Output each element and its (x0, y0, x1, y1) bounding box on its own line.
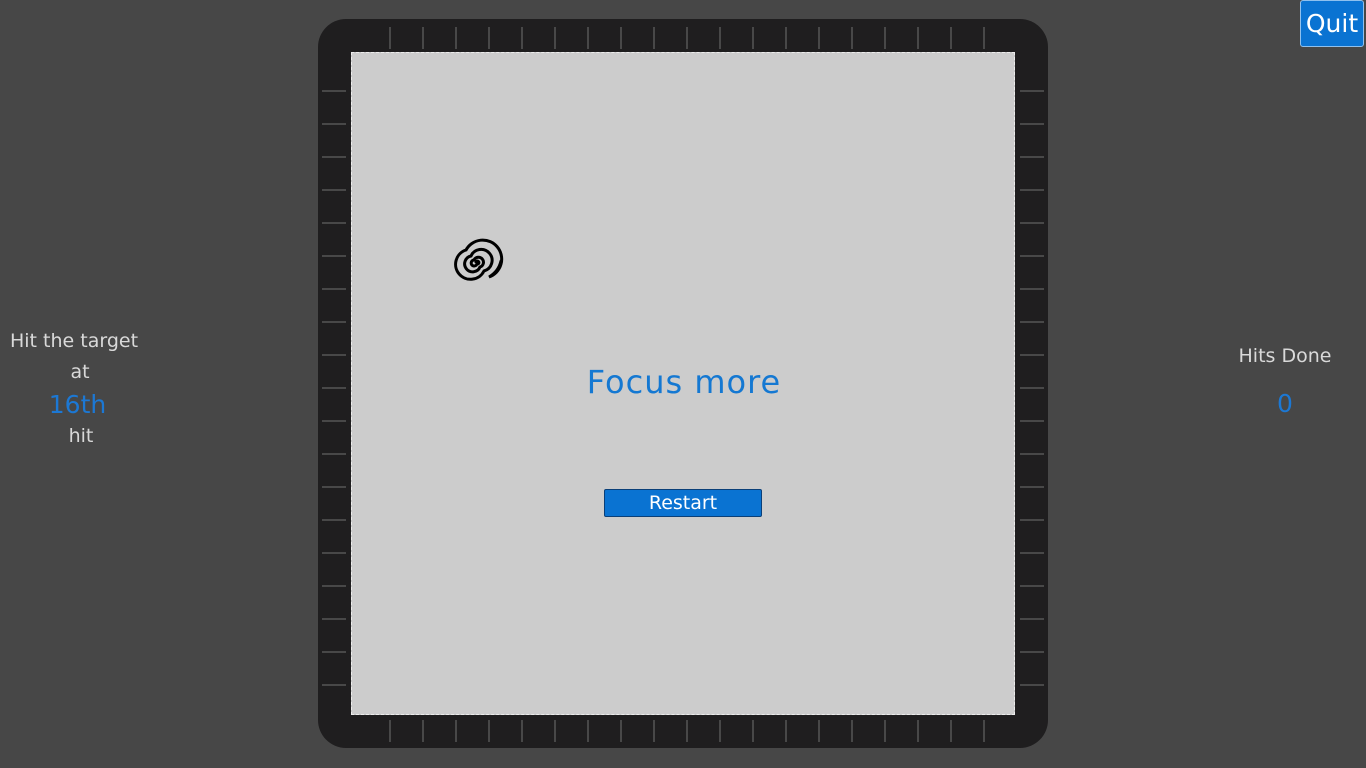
restart-button[interactable]: Restart (604, 489, 762, 517)
frame-ticks-bottom (358, 720, 1008, 742)
spiral-path (454, 238, 504, 281)
game-screen: Quit Hit the target at 16th hit Hits Don… (0, 0, 1366, 768)
spiral-target-icon[interactable] (439, 230, 515, 302)
hits-done-count: 0 (1277, 389, 1293, 418)
instruction-hit-text: hit (68, 425, 94, 447)
status-message: Focus more (586, 363, 782, 401)
frame-ticks-right (1020, 59, 1044, 708)
instruction-at-text: at (70, 361, 90, 383)
board-frame: Focus more Restart (318, 19, 1048, 748)
frame-ticks-left (322, 59, 346, 708)
hits-done-label: Hits Done (1238, 345, 1332, 367)
hits-panel: Hits Done 0 (1210, 340, 1360, 421)
quit-button[interactable]: Quit (1300, 0, 1364, 47)
play-area[interactable]: Focus more Restart (351, 52, 1015, 715)
frame-ticks-top (358, 27, 1008, 49)
target-instruction-panel: Hit the target at 16th hit (0, 326, 150, 450)
instruction-text: Hit the target (9, 330, 139, 352)
target-hit-number: 16th (48, 390, 107, 419)
